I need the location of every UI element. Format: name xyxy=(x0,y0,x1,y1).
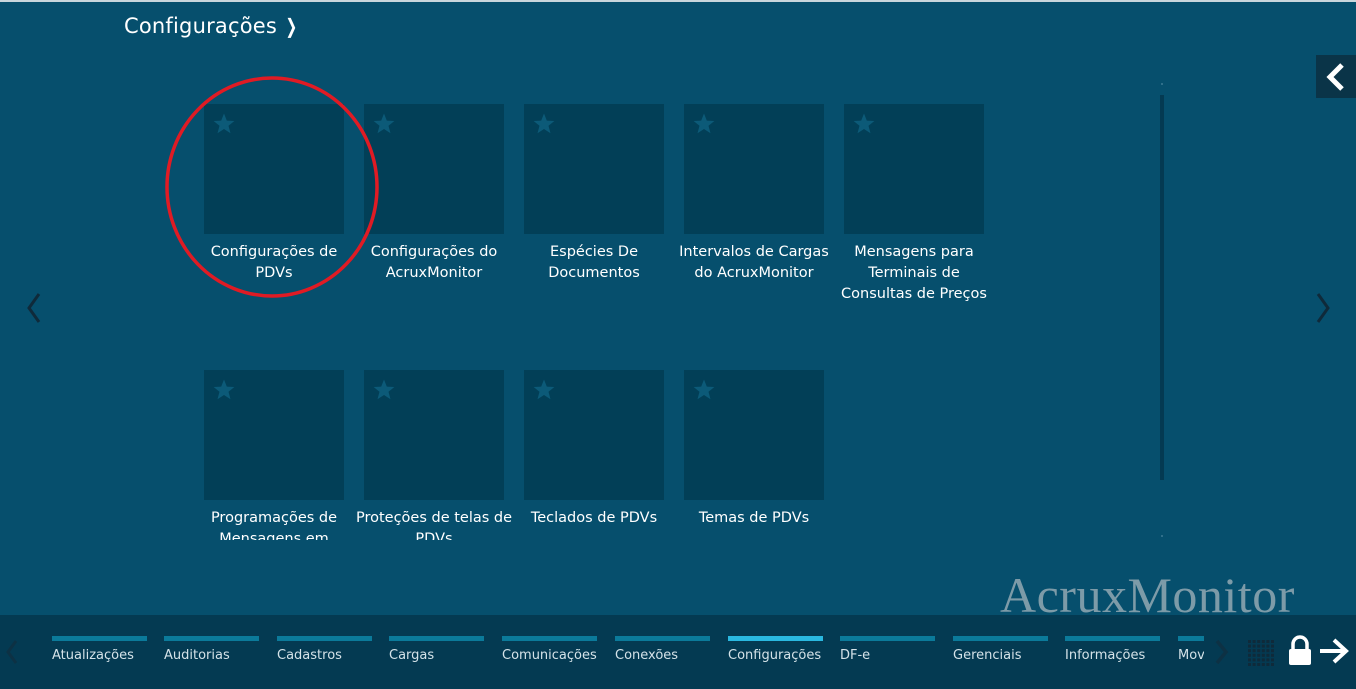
taskbar-tab-conexoes[interactable]: Conexões xyxy=(615,636,711,663)
logout-arrow-icon[interactable] xyxy=(1318,637,1350,665)
tab-indicator xyxy=(953,636,1048,641)
tab-label: Gerenciais xyxy=(953,648,1022,663)
taskbar-scroll-left[interactable] xyxy=(2,637,22,667)
star-icon[interactable] xyxy=(692,112,716,136)
star-icon[interactable] xyxy=(692,378,716,402)
apps-grid-icon[interactable] xyxy=(1247,639,1275,667)
tab-indicator xyxy=(840,636,935,641)
next-page-arrow[interactable] xyxy=(1309,288,1339,328)
taskbar-tab-cadastros[interactable]: Cadastros xyxy=(277,636,373,663)
star-icon[interactable] xyxy=(212,378,236,402)
tile-label[interactable]: Mensagens para Terminais de Consultas de… xyxy=(834,242,994,305)
page-title[interactable]: Configurações ❯ xyxy=(124,14,300,38)
taskbar-tab-gerenciais[interactable]: Gerenciais xyxy=(953,636,1049,663)
taskbar-scroll-right[interactable] xyxy=(1210,637,1234,667)
tile-image[interactable] xyxy=(684,370,824,500)
tile-label[interactable]: Temas de PDVs xyxy=(674,508,834,529)
scroll-down-marker[interactable] xyxy=(1161,535,1163,537)
star-icon[interactable] xyxy=(372,378,396,402)
tab-indicator xyxy=(52,636,147,641)
tab-label: DF-e xyxy=(840,648,871,663)
tile-image[interactable] xyxy=(204,104,344,234)
top-border xyxy=(0,0,1356,2)
tile-image[interactable] xyxy=(364,370,504,500)
tab-label: Informações xyxy=(1065,648,1146,663)
tile-label[interactable]: Espécies De Documentos xyxy=(514,242,674,284)
tile-label[interactable]: Configurações do AcruxMonitor xyxy=(354,242,514,284)
tab-label: Atualizações xyxy=(52,648,134,663)
star-icon[interactable] xyxy=(532,112,556,136)
tile-label[interactable]: Proteções de telas de PDVs xyxy=(354,508,514,540)
tab-indicator xyxy=(1178,636,1204,641)
taskbar-tab-cargas[interactable]: Cargas xyxy=(389,636,485,663)
tab-label: Auditorias xyxy=(164,648,230,663)
tab-label: Comunicações xyxy=(502,648,597,663)
tile-label[interactable]: Teclados de PDVs xyxy=(514,508,674,529)
vertical-scrollbar[interactable] xyxy=(1160,95,1164,480)
lock-icon[interactable] xyxy=(1287,635,1313,667)
taskbar-tab-atualizacoes[interactable]: Atualizações xyxy=(52,636,148,663)
tab-indicator xyxy=(502,636,597,641)
tile-grid: Configurações de PDVs Configurações do A… xyxy=(204,104,1004,540)
tile-image[interactable] xyxy=(364,104,504,234)
tile-image[interactable] xyxy=(524,370,664,500)
tile-image[interactable] xyxy=(204,370,344,500)
star-icon[interactable] xyxy=(212,112,236,136)
chevron-right-icon xyxy=(1215,639,1229,665)
star-icon[interactable] xyxy=(852,112,876,136)
tab-label: Cadastros xyxy=(277,648,342,663)
chevron-right-icon xyxy=(1316,293,1330,323)
taskbar: Atualizações Auditorias Cadastros Cargas… xyxy=(0,615,1356,689)
tab-indicator xyxy=(277,636,372,641)
taskbar-tab-configuracoes[interactable]: Configurações xyxy=(728,636,824,663)
tab-label: Mov xyxy=(1178,648,1204,663)
tab-label: Configurações xyxy=(728,648,822,663)
tile-image[interactable] xyxy=(524,104,664,234)
tab-indicator xyxy=(389,636,484,641)
page-title-text: Configurações xyxy=(124,14,278,38)
tab-indicator xyxy=(1065,636,1160,641)
taskbar-tab-informacoes[interactable]: Informações xyxy=(1065,636,1161,663)
chevron-left-icon xyxy=(27,293,41,323)
tile-image[interactable] xyxy=(684,104,824,234)
chevron-left-icon xyxy=(1326,62,1344,91)
chevron-left-icon xyxy=(6,640,18,664)
scroll-up-marker[interactable] xyxy=(1161,83,1163,85)
taskbar-tab-df-e[interactable]: DF-e xyxy=(840,636,936,663)
chevron-right-icon: ❯ xyxy=(285,14,298,38)
tile-label[interactable]: Intervalos de Cargas do AcruxMonitor xyxy=(674,242,834,284)
tile-image[interactable] xyxy=(844,104,984,234)
star-icon[interactable] xyxy=(532,378,556,402)
tile-label[interactable]: Programações de Mensagens em xyxy=(204,508,354,540)
collapse-panel-button[interactable] xyxy=(1316,55,1356,98)
star-icon[interactable] xyxy=(372,112,396,136)
tab-indicator xyxy=(164,636,259,641)
tab-label: Cargas xyxy=(389,648,435,663)
tab-indicator xyxy=(728,636,823,641)
tile-label[interactable]: Configurações de PDVs xyxy=(204,242,354,284)
previous-page-arrow[interactable] xyxy=(20,288,50,328)
taskbar-tab-comunicacoes[interactable]: Comunicações xyxy=(502,636,598,663)
tab-label: Conexões xyxy=(615,648,679,663)
tab-indicator xyxy=(615,636,710,641)
taskbar-tab-mov[interactable]: Mov xyxy=(1178,636,1204,663)
taskbar-tab-auditorias[interactable]: Auditorias xyxy=(164,636,260,663)
